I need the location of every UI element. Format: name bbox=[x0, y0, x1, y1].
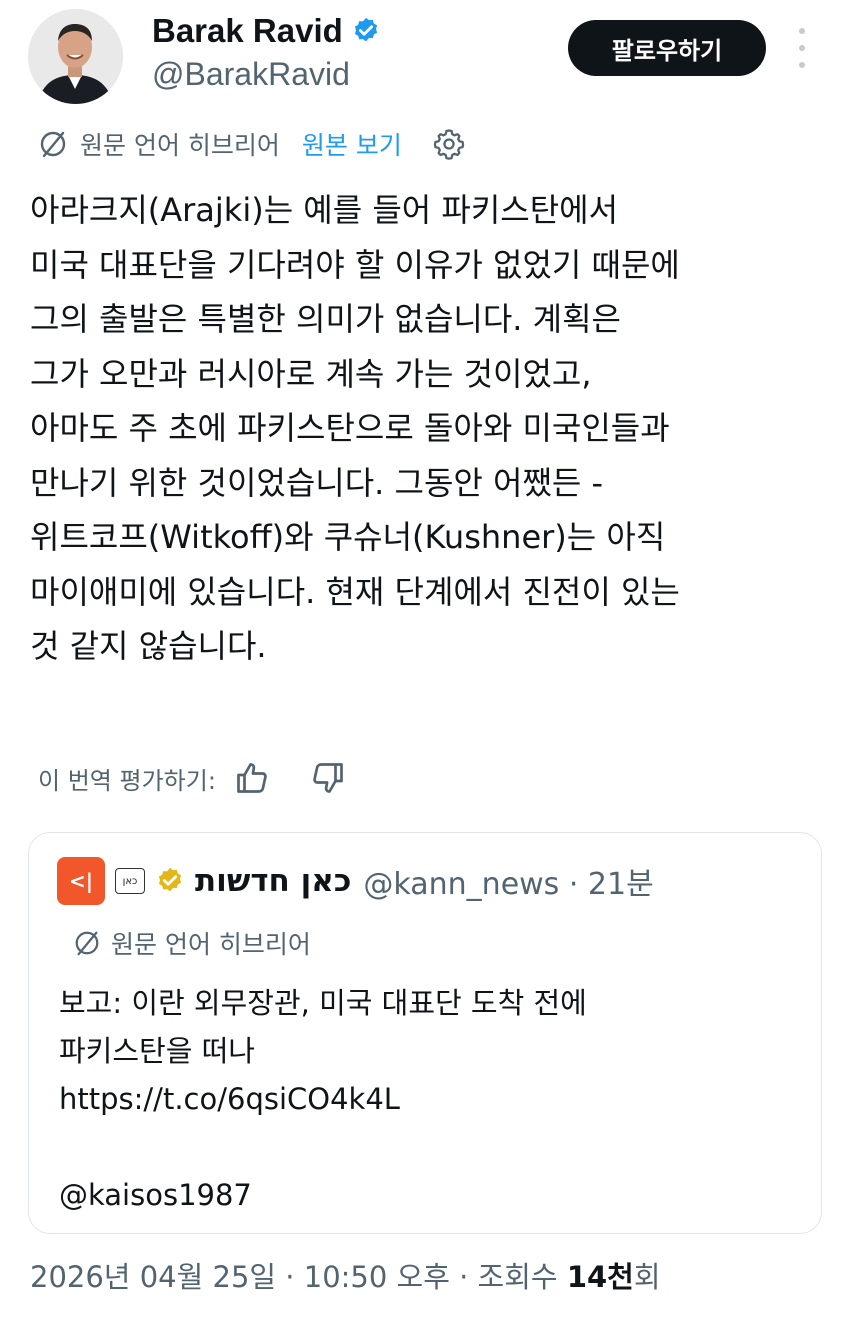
kan-logo-icon[interactable]: <| bbox=[57, 857, 105, 905]
tweet-meta: 2026년 04월 25일 · 10:50 오후 · 조회수 14천회 bbox=[30, 1254, 661, 1296]
gear-icon[interactable] bbox=[432, 127, 466, 161]
view-original-link[interactable]: 원본 보기 bbox=[302, 126, 402, 162]
quoted-mention[interactable]: @kaisos1987 bbox=[59, 1171, 587, 1219]
tweet-line: 그가 오만과 러시아로 계속 가는 것이었고, bbox=[30, 354, 592, 393]
quoted-handle-time: @kann_news · 21분 bbox=[363, 867, 654, 902]
thumbs-up-icon[interactable] bbox=[234, 760, 270, 796]
quoted-link[interactable]: https://t.co/6qsiCO4k4L bbox=[59, 1075, 587, 1123]
quoted-line: 파키스탄을 떠나 bbox=[59, 1034, 255, 1068]
quoted-line bbox=[59, 1123, 587, 1171]
translation-bar: 원문 언어 히브리어 원본 보기 bbox=[38, 124, 466, 164]
view-count-suffix: 회 bbox=[633, 1260, 661, 1294]
tweet-line: 아마도 주 초에 파키스탄으로 돌아와 미국인들과 bbox=[30, 409, 670, 447]
quoted-tweet-text: 보고: 이란 외무장관, 미국 대표단 도착 전에 파키스탄을 떠나 https… bbox=[59, 979, 587, 1219]
follow-button[interactable]: 팔로우하기 bbox=[568, 20, 766, 76]
tweet-text: 아라크지(Arajki)는 예를 들어 파키스탄에서 미국 대표단을 기다려야 … bbox=[30, 183, 830, 674]
quoted-line: 보고: 이란 외무장관, 미국 대표단 도착 전에 bbox=[59, 986, 587, 1020]
affiliate-badge-icon[interactable]: כאן bbox=[115, 868, 145, 894]
quoted-tweet[interactable]: <| כאן כאן חדשות @kann_news · 21분 원문 언어 … bbox=[28, 832, 822, 1234]
tweet-line: 아라크지(Arajki)는 예를 들어 파키스탄에서 bbox=[30, 191, 619, 229]
timestamp[interactable]: 2026년 04월 25일 · 10:50 오후 · 조회수 bbox=[30, 1260, 567, 1294]
translate-globe-icon bbox=[75, 931, 99, 956]
gold-verified-badge-icon bbox=[158, 867, 182, 892]
rate-translation-label: 이 번역 평가하기: bbox=[38, 766, 216, 795]
author-display-name[interactable]: Barak Ravid bbox=[152, 12, 343, 50]
thumbs-down-icon[interactable] bbox=[310, 760, 346, 796]
tweet-header: Barak Ravid @BarakRavid 팔로우하기 bbox=[0, 0, 850, 110]
translate-globe-icon bbox=[40, 131, 66, 158]
view-count: 14천 bbox=[566, 1260, 634, 1294]
quoted-tweet-header: <| כאן כאן חדשות @kann_news · 21분 bbox=[57, 857, 654, 905]
quoted-translation-label: 원문 언어 히브리어 bbox=[73, 925, 311, 961]
more-options-icon[interactable] bbox=[790, 28, 814, 68]
source-language-label: 원문 언어 히브리어 bbox=[80, 131, 280, 160]
tweet-line: 미국 대표단을 기다려야 할 이유가 없었기 때문에 bbox=[30, 245, 680, 284]
tweet-line: 그의 출발은 특별한 의미가 없습니다. 계획은 bbox=[30, 300, 621, 338]
verified-badge-icon bbox=[354, 17, 377, 42]
author-handle[interactable]: @BarakRavid bbox=[152, 56, 350, 93]
quoted-author-name[interactable]: כאן חדשות bbox=[195, 863, 351, 899]
quoted-source-language: 원문 언어 히브리어 bbox=[111, 930, 311, 959]
rate-translation: 이 번역 평가하기: bbox=[38, 758, 346, 798]
tweet-line: 마이애미에 있습니다. 현재 단계에서 진전이 있는 bbox=[30, 572, 680, 611]
tweet-line: 만나기 위한 것이었습니다. 그동안 어쨌든 - bbox=[30, 463, 604, 502]
author-name[interactable]: Barak Ravid bbox=[152, 12, 381, 50]
tweet-line: 위트코프(Witkoff)와 쿠슈너(Kushner)는 아직 bbox=[30, 518, 666, 556]
tweet-line: 것 같지 않습니다. bbox=[30, 627, 267, 665]
avatar[interactable] bbox=[28, 9, 123, 104]
